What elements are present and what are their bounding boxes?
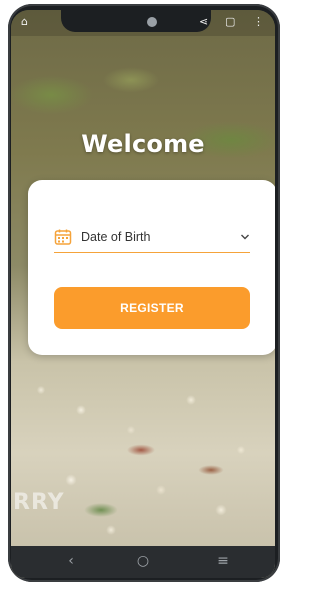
battery-icon: ▢ — [225, 15, 236, 28]
more-icon: ⋮ — [253, 15, 264, 28]
notch — [61, 10, 211, 32]
screen-icon: ⌂ — [21, 15, 28, 28]
home-icon[interactable]: ○ — [131, 552, 155, 570]
back-icon[interactable]: ‹ — [59, 552, 83, 570]
page-title: Welcome — [81, 130, 205, 158]
registration-card: Date of Birth REGISTER — [28, 180, 275, 355]
share-icon: ⋖ — [199, 15, 209, 28]
date-of-birth-label: Date of Birth — [81, 230, 151, 244]
brand-watermark: RRY — [13, 490, 65, 515]
register-button[interactable]: REGISTER — [54, 287, 250, 329]
navigation-bar: ‹ ○ ≡ — [11, 546, 275, 578]
recents-icon[interactable]: ≡ — [211, 552, 235, 570]
front-camera — [147, 17, 157, 27]
chevron-down-icon[interactable] — [240, 232, 250, 242]
calendar-icon — [54, 229, 72, 245]
app-screen: ⌂ ⋖ ▢ ⋮ Welcome Date of Birth REGISTER R… — [11, 10, 275, 578]
status-bar: ⌂ ⋖ ▢ ⋮ — [11, 10, 275, 36]
date-of-birth-field[interactable]: Date of Birth — [54, 224, 250, 253]
